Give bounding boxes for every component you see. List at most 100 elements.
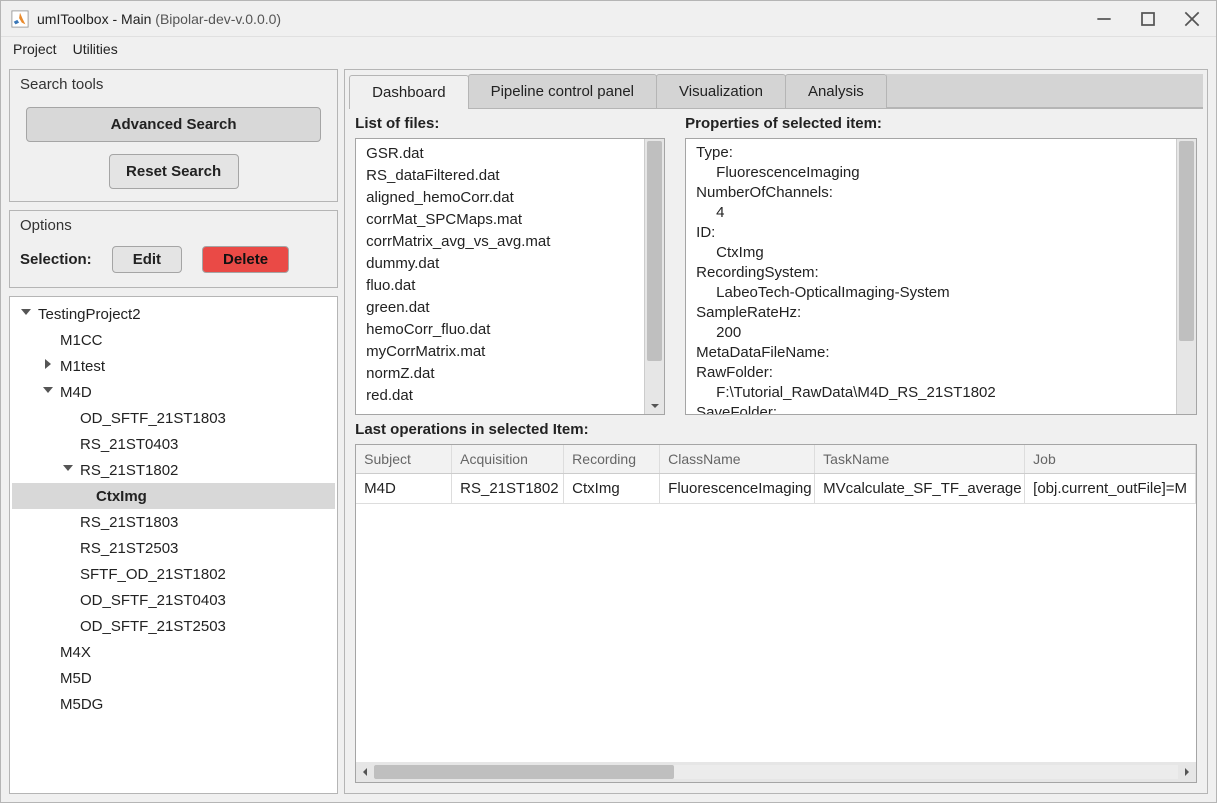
options-panel: Options Selection: Edit Delete: [9, 210, 338, 288]
file-list-item[interactable]: hemoCorr_fluo.dat: [366, 319, 634, 341]
chevron-down-icon[interactable]: [20, 306, 36, 322]
tree-node[interactable]: RS_21ST2503: [12, 535, 335, 561]
advanced-search-button[interactable]: Advanced Search: [26, 107, 321, 142]
file-list-item[interactable]: green.dat: [366, 297, 634, 319]
table-cell: M4D: [356, 474, 452, 504]
tab-pipeline-control-panel[interactable]: Pipeline control panel: [468, 74, 657, 108]
window-title: umIToolbox - Main (Bipolar-dev-v.0.0.0): [37, 11, 281, 27]
property-value: 200: [696, 323, 1166, 343]
tab-dashboard[interactable]: Dashboard: [349, 75, 468, 109]
tree-node[interactable]: M4D: [12, 379, 335, 405]
table-cell: [obj.current_outFile]=M: [1025, 474, 1196, 504]
window-controls: [1096, 11, 1206, 27]
tree-node-label: RS_21ST1803: [80, 514, 178, 531]
tab-analysis[interactable]: Analysis: [785, 74, 887, 108]
edit-button[interactable]: Edit: [112, 246, 182, 273]
search-tools-title: Search tools: [10, 70, 337, 95]
tree-node-label: M4D: [60, 384, 92, 401]
reset-search-button[interactable]: Reset Search: [109, 154, 239, 189]
table-header-cell[interactable]: Acquisition: [452, 445, 564, 473]
tree-node[interactable]: SFTF_OD_21ST1802: [12, 561, 335, 587]
file-list-item[interactable]: normZ.dat: [366, 363, 634, 385]
file-list-item[interactable]: RS_dataFiltered.dat: [366, 165, 634, 187]
left-column: Search tools Advanced Search Reset Searc…: [9, 69, 338, 794]
table-header-cell[interactable]: Subject: [356, 445, 452, 473]
table-header-cell[interactable]: Recording: [564, 445, 660, 473]
tree-node[interactable]: M4X: [12, 639, 335, 665]
tree-node[interactable]: OD_SFTF_21ST1803: [12, 405, 335, 431]
operations-table[interactable]: SubjectAcquisitionRecordingClassNameTask…: [355, 444, 1197, 783]
project-tree[interactable]: TestingProject2 M1CC M1test M4D OD_SFTF_21ST…: [9, 296, 338, 794]
menu-project[interactable]: Project: [11, 39, 59, 59]
table-header-cell[interactable]: ClassName: [660, 445, 815, 473]
tree-node-label: OD_SFTF_21ST0403: [80, 592, 226, 609]
tree-node-label: RS_21ST0403: [80, 436, 178, 453]
delete-button[interactable]: Delete: [202, 246, 289, 273]
scroll-left-icon[interactable]: [356, 764, 374, 780]
tree-node[interactable]: OD_SFTF_21ST2503: [12, 613, 335, 639]
property-key: RecordingSystem:: [696, 263, 1166, 283]
operations-label: Last operations in selected Item:: [355, 421, 1197, 438]
tree-node[interactable]: RS_21ST0403: [12, 431, 335, 457]
property-value: 4: [696, 203, 1166, 223]
file-list-item[interactable]: aligned_hemoCorr.dat: [366, 187, 634, 209]
table-header-cell[interactable]: TaskName: [815, 445, 1025, 473]
file-list-item[interactable]: GSR.dat: [366, 143, 634, 165]
minimize-icon[interactable]: [1096, 11, 1112, 27]
tree-node[interactable]: RS_21ST1802: [12, 457, 335, 483]
tree-node[interactable]: M1CC: [12, 327, 335, 353]
list-of-files-label: List of files:: [355, 115, 665, 132]
tree-node-label: M1CC: [60, 332, 103, 349]
file-list-item[interactable]: fluo.dat: [366, 275, 634, 297]
file-list-box[interactable]: GSR.datRS_dataFiltered.dataligned_hemoCo…: [355, 138, 665, 415]
property-value: F:\Tutorial_RawData\M4D_RS_21ST1802: [696, 383, 1166, 403]
properties-scrollbar[interactable]: [1176, 139, 1196, 414]
tree-node[interactable]: CtxImg: [12, 483, 335, 509]
maximize-icon[interactable]: [1140, 11, 1156, 27]
search-tools-panel: Search tools Advanced Search Reset Searc…: [9, 69, 338, 202]
tabbar-filler: [886, 74, 1203, 108]
chevron-right-icon[interactable]: [42, 358, 58, 374]
content: Search tools Advanced Search Reset Searc…: [1, 61, 1216, 802]
tree-node-label: M5DG: [60, 696, 103, 713]
tree-node-label: OD_SFTF_21ST2503: [80, 618, 226, 635]
tree-node-label: M4X: [60, 644, 91, 661]
table-header-cell[interactable]: Job: [1025, 445, 1196, 473]
scroll-down-icon[interactable]: [645, 398, 664, 414]
right-column: DashboardPipeline control panelVisualiza…: [344, 69, 1208, 794]
tree-node[interactable]: TestingProject2: [12, 301, 335, 327]
chevron-down-icon[interactable]: [42, 384, 58, 400]
properties-box[interactable]: Type:FluorescenceImagingNumberOfChannels…: [685, 138, 1197, 415]
tree-node-label: SFTF_OD_21ST1802: [80, 566, 226, 583]
close-icon[interactable]: [1184, 11, 1200, 27]
property-key: SampleRateHz:: [696, 303, 1166, 323]
tree-node[interactable]: RS_21ST1803: [12, 509, 335, 535]
tab-visualization[interactable]: Visualization: [656, 74, 786, 108]
tree-node[interactable]: M5D: [12, 665, 335, 691]
tree-node[interactable]: M5DG: [12, 691, 335, 717]
tree-node[interactable]: M1test: [12, 353, 335, 379]
tree-node-label: OD_SFTF_21ST1803: [80, 410, 226, 427]
file-list-item[interactable]: myCorrMatrix.mat: [366, 341, 634, 363]
matlab-icon: [11, 10, 29, 28]
property-key: MetaDataFileName:: [696, 343, 1166, 363]
chevron-down-icon[interactable]: [62, 462, 78, 478]
tabbar: DashboardPipeline control panelVisualiza…: [349, 74, 1203, 109]
table-cell: CtxImg: [564, 474, 660, 504]
property-key: RawFolder:: [696, 363, 1166, 383]
table-row[interactable]: M4DRS_21ST1802CtxImgFluorescenceImagingM…: [356, 474, 1196, 504]
operations-hscrollbar[interactable]: [356, 762, 1196, 782]
property-key: ID:: [696, 223, 1166, 243]
dashboard-bottom: Last operations in selected Item: Subjec…: [355, 421, 1197, 783]
property-value: LabeoTech-OpticalImaging-System: [696, 283, 1166, 303]
options-title: Options: [10, 211, 337, 236]
file-list-item[interactable]: red.dat: [366, 385, 634, 407]
menu-utilities[interactable]: Utilities: [71, 39, 120, 59]
file-list-item[interactable]: corrMat_SPCMaps.mat: [366, 209, 634, 231]
file-list-scrollbar[interactable]: [644, 139, 664, 414]
tree-node[interactable]: OD_SFTF_21ST0403: [12, 587, 335, 613]
scroll-right-icon[interactable]: [1178, 764, 1196, 780]
dashboard-panel: List of files: GSR.datRS_dataFiltered.da…: [349, 109, 1203, 789]
file-list-item[interactable]: corrMatrix_avg_vs_avg.mat: [366, 231, 634, 253]
file-list-item[interactable]: dummy.dat: [366, 253, 634, 275]
